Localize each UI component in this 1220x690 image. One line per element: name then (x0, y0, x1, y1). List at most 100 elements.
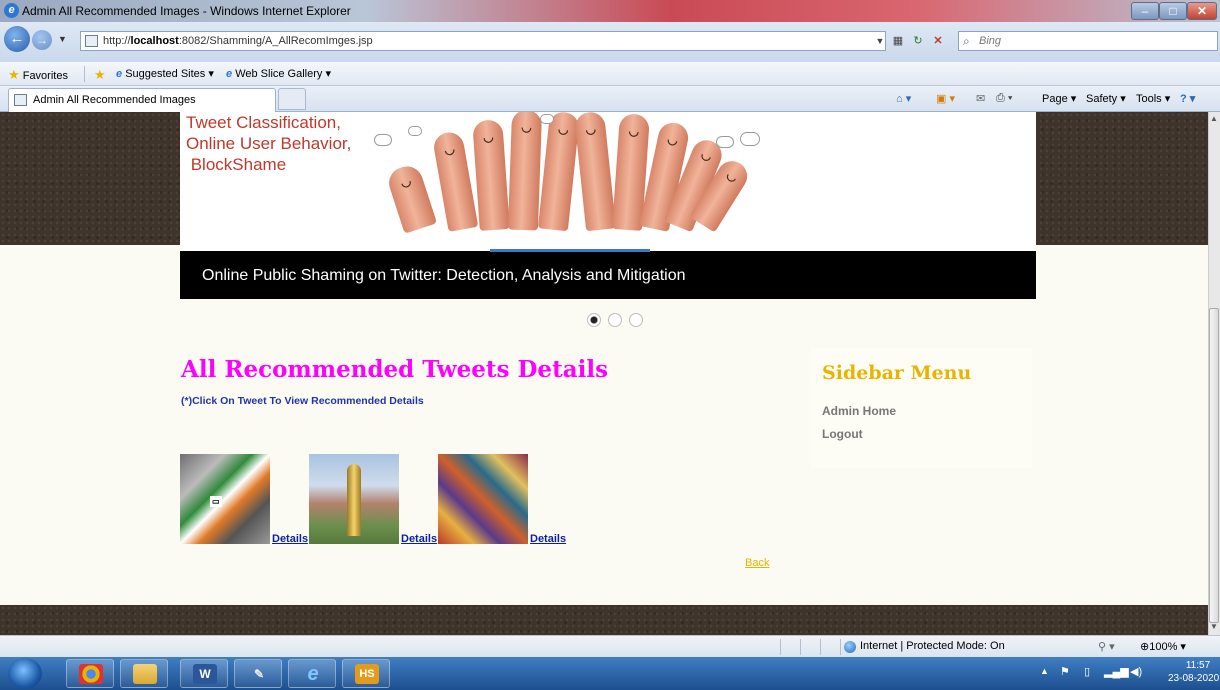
new-tab-button[interactable] (278, 88, 306, 110)
clock-time[interactable]: 11:57 (1178, 660, 1218, 671)
window-title-bar: e Admin All Recommended Images - Windows… (0, 0, 1220, 22)
taskbar-internet-explorer[interactable]: e (288, 659, 336, 688)
page-icon (85, 35, 98, 47)
taskbar-explorer[interactable] (120, 659, 168, 688)
page-heading: All Recommended Tweets Details (181, 356, 609, 383)
taskbar: W ✎ e HS ▲ ⚑ ▯ ▂▄▆ ◀) 11:57 23-08-2020 (0, 657, 1220, 690)
favorites-button[interactable]: ★ Favorites (8, 67, 68, 83)
divider (780, 639, 781, 655)
help-icon[interactable]: ? ▾ (1180, 92, 1195, 105)
word-icon: W (193, 664, 217, 684)
slider-caption: Online Public Shaming on Twitter: Detect… (202, 267, 686, 284)
favorites-label: Favorites (22, 70, 68, 82)
banner-line: BlockShame (186, 155, 287, 174)
back-link[interactable]: Back (745, 557, 769, 569)
divider (800, 639, 801, 655)
scroll-down-icon[interactable]: ▼ (1210, 622, 1218, 631)
trophy-shape (347, 464, 361, 536)
taskbar-chrome[interactable] (66, 659, 114, 688)
politics-of-india-collage-image[interactable]: ▭ (180, 454, 270, 544)
protected-mode-icon[interactable]: ⚲ ▾ (1098, 640, 1115, 653)
ie-page-icon: e (116, 68, 123, 80)
zoom-label: 100% (1149, 641, 1178, 653)
chrome-icon (79, 664, 103, 684)
scrollbar-thumb[interactable] (1209, 308, 1219, 623)
slider-dot-2[interactable] (608, 313, 622, 327)
address-toolbar: ← → ▼ http://localhost:8082/Shamming/A_A… (0, 22, 1220, 62)
tab-admin-all-recommended-images[interactable]: Admin All Recommended Images (8, 88, 276, 112)
banner-line: Online User Behavior, (186, 134, 352, 153)
security-zone-label: Internet | Protected Mode: On (860, 640, 1005, 652)
sidebar-title: Sidebar Menu (822, 362, 972, 384)
action-center-flag-icon[interactable]: ⚑ (1060, 665, 1070, 678)
zoom-level[interactable]: ⊕100% ▾ (1140, 640, 1186, 653)
feeds-icon[interactable]: ▣ ▾ (936, 92, 955, 105)
page-menu[interactable]: Page ▾ (1042, 92, 1076, 105)
sidebar-item-admin-home[interactable]: Admin Home (822, 404, 896, 418)
taskbar-hs-app[interactable]: HS (342, 659, 390, 688)
ie-icon: e (307, 663, 319, 685)
tool-icon: ✎ (253, 667, 265, 681)
sidebar-item-logout[interactable]: Logout (822, 427, 863, 441)
compatibility-view-icon[interactable]: ▦ (890, 33, 906, 49)
suggested-sites-label: Suggested Sites ▾ (125, 68, 214, 80)
details-link[interactable]: Details (272, 533, 308, 545)
favorites-star-icon: ★ (8, 67, 20, 82)
system-tray: ▲ ⚑ ▯ ▂▄▆ ◀) 11:57 23-08-2020 (1030, 657, 1220, 690)
search-input[interactable]: ⌕ Bing (958, 31, 1218, 51)
forward-button[interactable]: → (32, 30, 52, 50)
cricket-world-cup-trophy-image[interactable] (309, 454, 399, 544)
battery-icon[interactable]: ▯ (1084, 665, 1090, 678)
volume-icon[interactable]: ◀) (1130, 665, 1142, 678)
taskbar-word[interactable]: W (180, 659, 228, 688)
scroll-up-icon[interactable]: ▲ (1210, 114, 1218, 123)
slider-dot-3[interactable] (629, 313, 643, 327)
back-button[interactable]: ← (4, 26, 30, 52)
divider (84, 66, 85, 82)
ie-page-icon: e (226, 68, 233, 80)
url-text[interactable]: http://localhost:8082/Shamming/A_AllReco… (103, 35, 373, 47)
tools-menu[interactable]: Tools ▾ (1136, 92, 1170, 105)
clock-date[interactable]: 23-08-2020 (1168, 673, 1219, 684)
zoom-icon: ⊕ (1140, 641, 1150, 653)
address-dropdown-icon[interactable]: ▼ (872, 33, 888, 49)
page-viewport: Tweet Classification, Online User Behavi… (0, 112, 1208, 635)
globe-icon (844, 641, 856, 653)
web-slice-gallery-label: Web Slice Gallery ▾ (235, 68, 331, 80)
details-link[interactable]: Details (530, 533, 566, 545)
close-window-button[interactable]: ✕ (1187, 2, 1217, 20)
safety-menu[interactable]: Safety ▾ (1086, 92, 1126, 105)
maximize-button[interactable]: □ (1159, 2, 1187, 20)
web-slice-gallery-link[interactable]: e Web Slice Gallery ▾ (226, 67, 331, 80)
security-zone[interactable]: Internet | Protected Mode: On (844, 640, 1005, 653)
header-banner: Tweet Classification, Online User Behavi… (180, 112, 1036, 251)
search-placeholder: Bing (979, 35, 1002, 47)
details-link[interactable]: Details (401, 533, 437, 545)
stop-icon[interactable]: ✕ (930, 33, 946, 49)
refresh-icon[interactable]: ↻ (910, 33, 926, 49)
print-icon[interactable]: ⎙ ▾ (996, 92, 1012, 105)
image-caption-mark: ▭ (210, 496, 222, 507)
banner-line: Tweet Classification, (186, 113, 341, 132)
start-button[interactable] (8, 658, 42, 689)
footer-background (0, 605, 1208, 635)
minimize-button[interactable]: – (1131, 2, 1159, 20)
history-dropdown-icon[interactable]: ▼ (58, 34, 67, 44)
folder-icon (133, 664, 157, 684)
search-icon: ⌕ (963, 34, 970, 48)
favorites-bar: ★ Favorites ★ e Suggested Sites ▾ e Web … (0, 62, 1220, 86)
add-favorite-icon[interactable]: ★ (94, 67, 106, 83)
window-title: Admin All Recommended Images - Windows I… (22, 4, 351, 18)
tab-bar: Admin All Recommended Images ⌂ ▾ ▣ ▾ ✉ ⎙… (0, 86, 1220, 112)
suggested-sites-link[interactable]: e Suggested Sites ▾ (116, 67, 214, 80)
show-hidden-icons[interactable]: ▲ (1040, 666, 1049, 676)
network-signal-icon[interactable]: ▂▄▆ (1104, 665, 1129, 678)
address-bar[interactable]: http://localhost:8082/Shamming/A_AllReco… (80, 31, 886, 51)
taskbar-tool[interactable]: ✎ (234, 659, 282, 688)
instruction-note: (*)Click On Tweet To View Recommended De… (181, 395, 424, 407)
bollywood-posters-collage-image[interactable] (438, 454, 528, 544)
slider-dot-1[interactable] (587, 313, 601, 327)
home-icon[interactable]: ⌂ ▾ (896, 92, 911, 105)
tab-label: Admin All Recommended Images (33, 94, 196, 106)
read-mail-icon[interactable]: ✉ (976, 92, 985, 105)
